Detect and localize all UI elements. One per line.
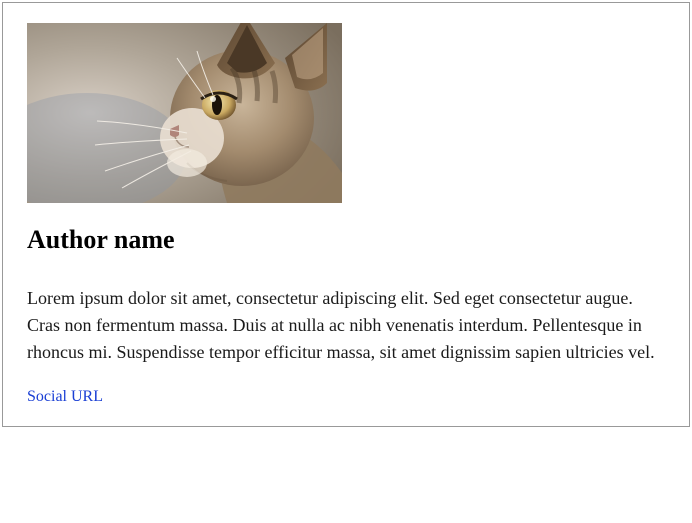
author-bio-text: Lorem ipsum dolor sit amet, consectetur … xyxy=(27,285,665,366)
author-social-link[interactable]: Social URL xyxy=(27,388,103,405)
author-name-heading: Author name xyxy=(27,225,665,255)
author-card: Author name Lorem ipsum dolor sit amet, … xyxy=(2,2,690,427)
author-image xyxy=(27,23,342,203)
